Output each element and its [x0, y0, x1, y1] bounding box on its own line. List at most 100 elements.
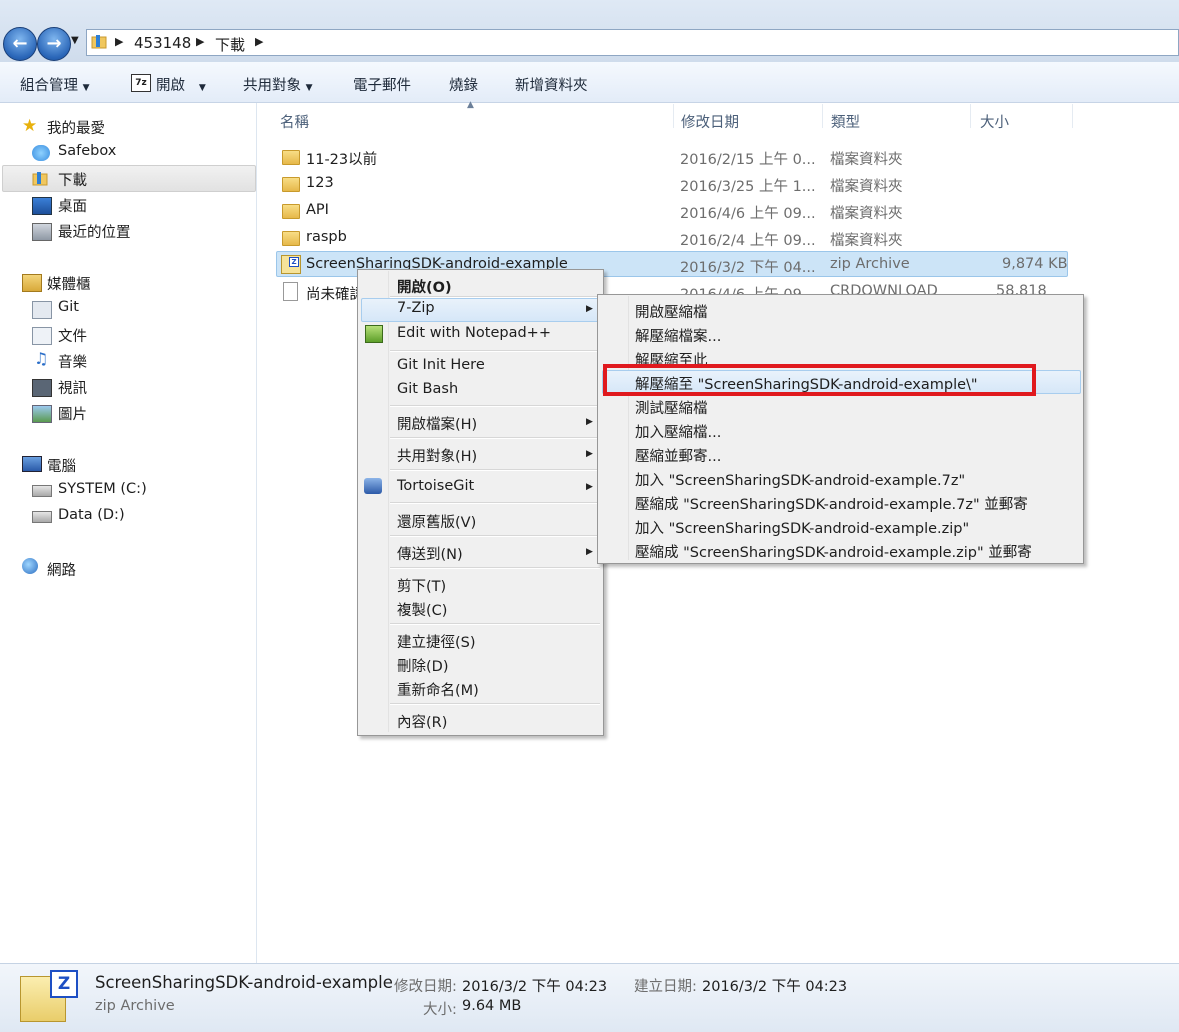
table-row[interactable]: 123 2016/3/25 上午 1... 檔案資料夾 [276, 173, 1068, 195]
git-library-icon [32, 301, 52, 319]
file-modified: 2016/4/6 上午 09... [680, 206, 816, 222]
highlight-annotation-box [603, 364, 1036, 396]
menu-separator [390, 469, 600, 471]
menu-git-init[interactable]: Git Init Here [397, 357, 485, 373]
column-divider[interactable] [1072, 104, 1073, 128]
new-folder-button[interactable]: 新增資料夾 [515, 74, 588, 95]
file-icon [283, 282, 298, 301]
submenu-item[interactable]: 加入 "ScreenSharingSDK-android-example.zip… [635, 517, 969, 538]
back-button[interactable]: ← [3, 27, 37, 61]
breadcrumb-separator-icon[interactable]: ▶ [196, 35, 204, 48]
open-button[interactable]: 開啟 ▼ [156, 74, 206, 95]
nav-drive-d[interactable]: Data (D:) [58, 507, 125, 523]
menu-cut[interactable]: 剪下(T) [397, 575, 446, 596]
column-header-name[interactable]: 名稱 [280, 111, 309, 132]
menu-separator [390, 703, 600, 705]
menu-share-with[interactable]: 共用對象(H) [397, 445, 477, 466]
documents-icon [32, 327, 52, 345]
menu-properties[interactable]: 內容(R) [397, 711, 447, 732]
column-header-type[interactable]: 類型 [831, 111, 860, 132]
address-box[interactable]: ▶ 453148 ▶ 下載 ▶ [86, 29, 1179, 56]
desktop-icon [32, 197, 52, 215]
email-button[interactable]: 電子郵件 [353, 74, 411, 95]
menu-copy[interactable]: 複製(C) [397, 599, 447, 620]
submenu-item[interactable]: 壓縮成 "ScreenSharingSDK-android-example.zi… [635, 541, 1032, 562]
nav-pictures[interactable]: 圖片 [58, 403, 87, 424]
submenu-arrow-icon: ▶ [586, 482, 593, 492]
zip-letter: Z [50, 970, 78, 998]
menu-separator [390, 502, 600, 504]
nav-safebox[interactable]: Safebox [58, 143, 116, 159]
breadcrumb-separator-icon[interactable]: ▶ [115, 35, 123, 48]
breadcrumb-item[interactable]: 下載 [215, 34, 245, 55]
submenu-arrow-icon: ▶ [586, 449, 593, 459]
column-divider[interactable] [673, 104, 674, 128]
nav-videos[interactable]: 視訊 [58, 377, 87, 398]
file-type: 檔案資料夾 [830, 206, 903, 222]
zip-letter: Z [289, 257, 299, 267]
nav-git[interactable]: Git [58, 299, 79, 315]
submenu-item[interactable]: 解壓縮檔案... [635, 325, 721, 346]
nav-network[interactable]: 網路 [47, 559, 76, 580]
7zip-submenu: 開啟壓縮檔 解壓縮檔案... 解壓縮至此 解壓縮至 "ScreenSharing… [597, 294, 1084, 564]
breadcrumb-separator-icon[interactable]: ▶ [255, 35, 263, 48]
nav-drive-c[interactable]: SYSTEM (C:) [58, 481, 147, 497]
breadcrumb-item[interactable]: 453148 [134, 34, 191, 52]
menu-rename[interactable]: 重新命名(M) [397, 679, 479, 700]
share-button[interactable]: 共用對象 ▼ [243, 74, 313, 95]
burn-button[interactable]: 燒錄 [449, 74, 478, 95]
nav-recent[interactable]: 最近的位置 [58, 221, 131, 242]
menu-open[interactable]: 開啟(O) [397, 276, 452, 297]
folder-icon [282, 204, 300, 219]
submenu-item[interactable]: 測試壓縮檔 [635, 397, 708, 418]
file-name: 11-23以前 [306, 152, 378, 168]
details-pane: Z ScreenSharingSDK-android-example zip A… [0, 963, 1179, 1032]
menu-send-to[interactable]: 傳送到(N) [397, 543, 463, 564]
folder-icon [282, 150, 300, 165]
nav-music[interactable]: 音樂 [58, 351, 87, 372]
column-divider[interactable] [970, 104, 971, 128]
submenu-item[interactable]: 加入 "ScreenSharingSDK-android-example.7z" [635, 469, 965, 490]
nav-downloads[interactable]: 下載 [58, 169, 87, 190]
menu-tortoisegit[interactable]: TortoiseGit [397, 478, 474, 494]
menu-create-shortcut[interactable]: 建立捷徑(S) [397, 631, 476, 652]
forward-button[interactable]: → [37, 27, 71, 61]
nav-libraries[interactable]: 媒體櫃 [47, 273, 91, 294]
column-header-size[interactable]: 大小 [980, 111, 1009, 132]
column-divider[interactable] [822, 104, 823, 128]
table-row[interactable]: 11-23以前 2016/2/15 上午 0... 檔案資料夾 [276, 146, 1068, 168]
chevron-down-icon: ▼ [305, 83, 313, 93]
organize-button[interactable]: 組合管理 ▼ [20, 74, 90, 95]
details-modified-label: 修改日期: [394, 979, 457, 995]
7zip-icon: 7z [131, 74, 151, 92]
libraries-icon [22, 274, 42, 292]
history-dropdown-icon[interactable]: ▼ [71, 35, 79, 46]
pictures-icon [32, 405, 52, 423]
command-bar: 組合管理 ▼ 7z 開啟 ▼ 共用對象 ▼ 電子郵件 燒錄 新增資料夾 [0, 62, 1179, 103]
menu-separator [390, 405, 600, 407]
column-header-modified[interactable]: 修改日期 [681, 111, 739, 132]
submenu-item[interactable]: 開啟壓縮檔 [635, 301, 708, 322]
menu-notepadpp[interactable]: Edit with Notepad++ [397, 325, 551, 341]
table-row[interactable]: raspb 2016/2/4 上午 09... 檔案資料夾 [276, 227, 1068, 249]
menu-delete[interactable]: 刪除(D) [397, 655, 448, 676]
menu-restore[interactable]: 還原舊版(V) [397, 511, 476, 532]
menu-separator [390, 437, 600, 439]
menu-git-bash[interactable]: Git Bash [397, 381, 458, 397]
nav-favorites[interactable]: 我的最愛 [47, 117, 105, 138]
submenu-item[interactable]: 壓縮成 "ScreenSharingSDK-android-example.7z… [635, 493, 1028, 514]
drive-c-icon [32, 485, 52, 497]
safebox-icon [32, 145, 50, 161]
menu-7zip[interactable]: 7-Zip [397, 300, 435, 316]
details-file-name: ScreenSharingSDK-android-example [95, 973, 393, 992]
submenu-item[interactable]: 加入壓縮檔... [635, 421, 721, 442]
menu-open-with[interactable]: 開啟檔案(H) [397, 413, 477, 434]
file-name: API [306, 202, 329, 218]
file-modified: 2016/2/4 上午 09... [680, 233, 816, 249]
computer-icon [22, 456, 42, 472]
table-row[interactable]: API 2016/4/6 上午 09... 檔案資料夾 [276, 200, 1068, 222]
submenu-item[interactable]: 壓縮並郵寄... [635, 445, 721, 466]
nav-desktop[interactable]: 桌面 [58, 195, 87, 216]
nav-documents[interactable]: 文件 [58, 325, 87, 346]
nav-computer[interactable]: 電腦 [47, 455, 76, 476]
